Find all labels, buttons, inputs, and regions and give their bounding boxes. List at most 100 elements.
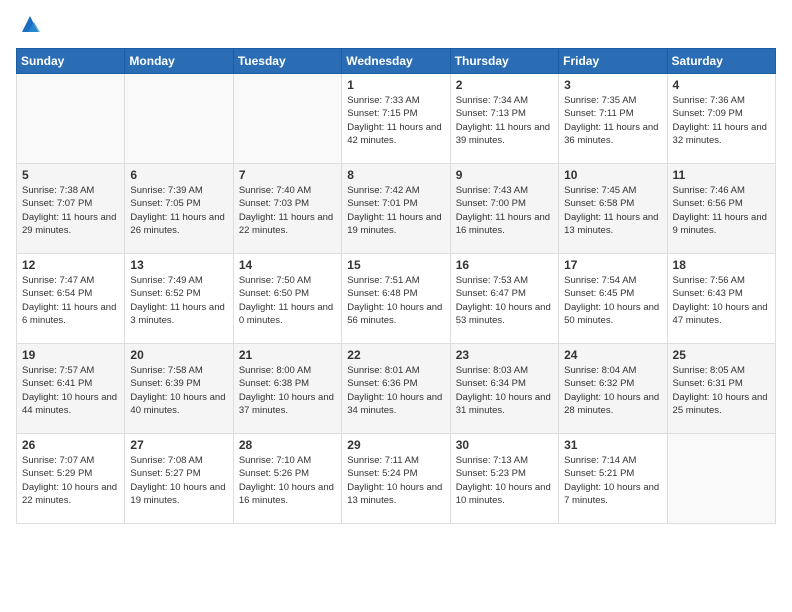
day-info: Sunrise: 8:04 AMSunset: 6:32 PMDaylight:… xyxy=(564,364,661,417)
calendar-cell: 4 Sunrise: 7:36 AMSunset: 7:09 PMDaylight… xyxy=(667,74,775,164)
calendar-cell: 12Sunrise: 7:47 AMSunset: 6:54 PMDayligh… xyxy=(17,254,125,344)
calendar-cell: 31 Sunrise: 7:14 AMSunset: 5:21 PMDayligh… xyxy=(559,434,667,524)
day-number: 20 xyxy=(130,348,227,362)
day-number: 6 xyxy=(130,168,227,182)
day-number: 2 xyxy=(456,78,553,92)
day-number: 27 xyxy=(130,438,227,452)
day-of-week-header: Thursday xyxy=(450,49,558,74)
day-of-week-header: Sunday xyxy=(17,49,125,74)
day-number: 8 xyxy=(347,168,444,182)
day-number: 11 xyxy=(673,168,770,182)
day-info: Sunrise: 7:38 AMSunset: 7:07 PMDaylight:… xyxy=(22,184,119,237)
day-info: Sunrise: 7:33 AMSunset: 7:15 PMDaylight:… xyxy=(347,94,444,147)
day-info: Sunrise: 7:58 AMSunset: 6:39 PMDaylight:… xyxy=(130,364,227,417)
calendar-cell: 13 Sunrise: 7:49 AMSunset: 6:52 PMDayligh… xyxy=(125,254,233,344)
calendar-cell xyxy=(667,434,775,524)
day-number: 31 xyxy=(564,438,661,452)
calendar-cell: 25 Sunrise: 8:05 AMSunset: 6:31 PMDayligh… xyxy=(667,344,775,434)
calendar-cell: 20 Sunrise: 7:58 AMSunset: 6:39 PMDayligh… xyxy=(125,344,233,434)
calendar-cell: 3 Sunrise: 7:35 AMSunset: 7:11 PMDaylight… xyxy=(559,74,667,164)
day-info: Sunrise: 8:03 AMSunset: 6:34 PMDaylight:… xyxy=(456,364,553,417)
day-info: Sunrise: 7:45 AMSunset: 6:58 PMDaylight:… xyxy=(564,184,661,237)
day-info: Sunrise: 7:10 AMSunset: 5:26 PMDaylight:… xyxy=(239,454,336,507)
calendar-cell: 15 Sunrise: 7:51 AMSunset: 6:48 PMDayligh… xyxy=(342,254,450,344)
calendar-cell: 30Sunrise: 7:13 AMSunset: 5:23 PMDayligh… xyxy=(450,434,558,524)
day-number: 14 xyxy=(239,258,336,272)
calendar-cell: 6 Sunrise: 7:39 AMSunset: 7:05 PMDaylight… xyxy=(125,164,233,254)
day-info: Sunrise: 7:14 AMSunset: 5:21 PMDaylight:… xyxy=(564,454,661,507)
calendar-cell: 18 Sunrise: 7:56 AMSunset: 6:43 PMDayligh… xyxy=(667,254,775,344)
day-info: Sunrise: 7:35 AMSunset: 7:11 PMDaylight:… xyxy=(564,94,661,147)
calendar-cell: 14 Sunrise: 7:50 AMSunset: 6:50 PMDayligh… xyxy=(233,254,341,344)
page-header xyxy=(16,16,776,36)
calendar-week-row: 26 Sunrise: 7:07 AMSunset: 5:29 PMDayligh… xyxy=(17,434,776,524)
day-info: Sunrise: 7:07 AMSunset: 5:29 PMDaylight:… xyxy=(22,454,119,507)
day-number: 15 xyxy=(347,258,444,272)
calendar-cell xyxy=(17,74,125,164)
day-number: 12 xyxy=(22,258,119,272)
day-number: 30 xyxy=(456,438,553,452)
day-number: 17 xyxy=(564,258,661,272)
day-info: Sunrise: 7:57 AMSunset: 6:41 PMDaylight:… xyxy=(22,364,119,417)
calendar-week-row: 19 Sunrise: 7:57 AMSunset: 6:41 PMDayligh… xyxy=(17,344,776,434)
calendar-cell: 28 Sunrise: 7:10 AMSunset: 5:26 PMDayligh… xyxy=(233,434,341,524)
calendar-cell xyxy=(233,74,341,164)
day-info: Sunrise: 7:43 AMSunset: 7:00 PMDaylight:… xyxy=(456,184,553,237)
day-info: Sunrise: 7:40 AMSunset: 7:03 PMDaylight:… xyxy=(239,184,336,237)
day-number: 26 xyxy=(22,438,119,452)
day-number: 1 xyxy=(347,78,444,92)
calendar-cell: 2 Sunrise: 7:34 AMSunset: 7:13 PMDaylight… xyxy=(450,74,558,164)
day-number: 18 xyxy=(673,258,770,272)
day-of-week-header: Friday xyxy=(559,49,667,74)
day-info: Sunrise: 7:34 AMSunset: 7:13 PMDaylight:… xyxy=(456,94,553,147)
calendar-table: SundayMondayTuesdayWednesdayThursdayFrid… xyxy=(16,48,776,524)
day-info: Sunrise: 7:56 AMSunset: 6:43 PMDaylight:… xyxy=(673,274,770,327)
day-info: Sunrise: 8:05 AMSunset: 6:31 PMDaylight:… xyxy=(673,364,770,417)
calendar-cell: 19 Sunrise: 7:57 AMSunset: 6:41 PMDayligh… xyxy=(17,344,125,434)
day-info: Sunrise: 7:50 AMSunset: 6:50 PMDaylight:… xyxy=(239,274,336,327)
day-info: Sunrise: 7:51 AMSunset: 6:48 PMDaylight:… xyxy=(347,274,444,327)
calendar-cell: 17 Sunrise: 7:54 AMSunset: 6:45 PMDayligh… xyxy=(559,254,667,344)
day-number: 7 xyxy=(239,168,336,182)
calendar-week-row: 1 Sunrise: 7:33 AMSunset: 7:15 PMDaylight… xyxy=(17,74,776,164)
calendar-cell: 22 Sunrise: 8:01 AMSunset: 6:36 PMDayligh… xyxy=(342,344,450,434)
calendar-cell xyxy=(125,74,233,164)
day-number: 13 xyxy=(130,258,227,272)
day-number: 16 xyxy=(456,258,553,272)
day-info: Sunrise: 7:11 AMSunset: 5:24 PMDaylight:… xyxy=(347,454,444,507)
calendar-cell: 27 Sunrise: 7:08 AMSunset: 5:27 PMDayligh… xyxy=(125,434,233,524)
calendar-cell: 23Sunrise: 8:03 AMSunset: 6:34 PMDayligh… xyxy=(450,344,558,434)
day-info: Sunrise: 7:36 AMSunset: 7:09 PMDaylight:… xyxy=(673,94,770,147)
day-number: 21 xyxy=(239,348,336,362)
logo-icon xyxy=(18,12,42,36)
calendar-cell: 8Sunrise: 7:42 AMSunset: 7:01 PMDaylight… xyxy=(342,164,450,254)
day-number: 25 xyxy=(673,348,770,362)
logo xyxy=(16,16,42,36)
day-info: Sunrise: 7:53 AMSunset: 6:47 PMDaylight:… xyxy=(456,274,553,327)
day-info: Sunrise: 7:54 AMSunset: 6:45 PMDaylight:… xyxy=(564,274,661,327)
day-number: 29 xyxy=(347,438,444,452)
day-number: 28 xyxy=(239,438,336,452)
calendar-cell: 26 Sunrise: 7:07 AMSunset: 5:29 PMDayligh… xyxy=(17,434,125,524)
day-info: Sunrise: 8:00 AMSunset: 6:38 PMDaylight:… xyxy=(239,364,336,417)
day-info: Sunrise: 8:01 AMSunset: 6:36 PMDaylight:… xyxy=(347,364,444,417)
day-number: 3 xyxy=(564,78,661,92)
calendar-cell: 29 Sunrise: 7:11 AMSunset: 5:24 PMDayligh… xyxy=(342,434,450,524)
day-number: 24 xyxy=(564,348,661,362)
calendar-cell: 11 Sunrise: 7:46 AMSunset: 6:56 PMDayligh… xyxy=(667,164,775,254)
day-number: 4 xyxy=(673,78,770,92)
day-number: 19 xyxy=(22,348,119,362)
day-info: Sunrise: 7:46 AMSunset: 6:56 PMDaylight:… xyxy=(673,184,770,237)
calendar-cell: 21 Sunrise: 8:00 AMSunset: 6:38 PMDayligh… xyxy=(233,344,341,434)
calendar-cell: 9 Sunrise: 7:43 AMSunset: 7:00 PMDaylight… xyxy=(450,164,558,254)
calendar-week-row: 5 Sunrise: 7:38 AMSunset: 7:07 PMDaylight… xyxy=(17,164,776,254)
calendar-week-row: 12Sunrise: 7:47 AMSunset: 6:54 PMDayligh… xyxy=(17,254,776,344)
day-number: 5 xyxy=(22,168,119,182)
day-info: Sunrise: 7:49 AMSunset: 6:52 PMDaylight:… xyxy=(130,274,227,327)
day-info: Sunrise: 7:08 AMSunset: 5:27 PMDaylight:… xyxy=(130,454,227,507)
day-of-week-header: Saturday xyxy=(667,49,775,74)
day-number: 22 xyxy=(347,348,444,362)
day-info: Sunrise: 7:39 AMSunset: 7:05 PMDaylight:… xyxy=(130,184,227,237)
calendar-cell: 24 Sunrise: 8:04 AMSunset: 6:32 PMDayligh… xyxy=(559,344,667,434)
day-number: 9 xyxy=(456,168,553,182)
